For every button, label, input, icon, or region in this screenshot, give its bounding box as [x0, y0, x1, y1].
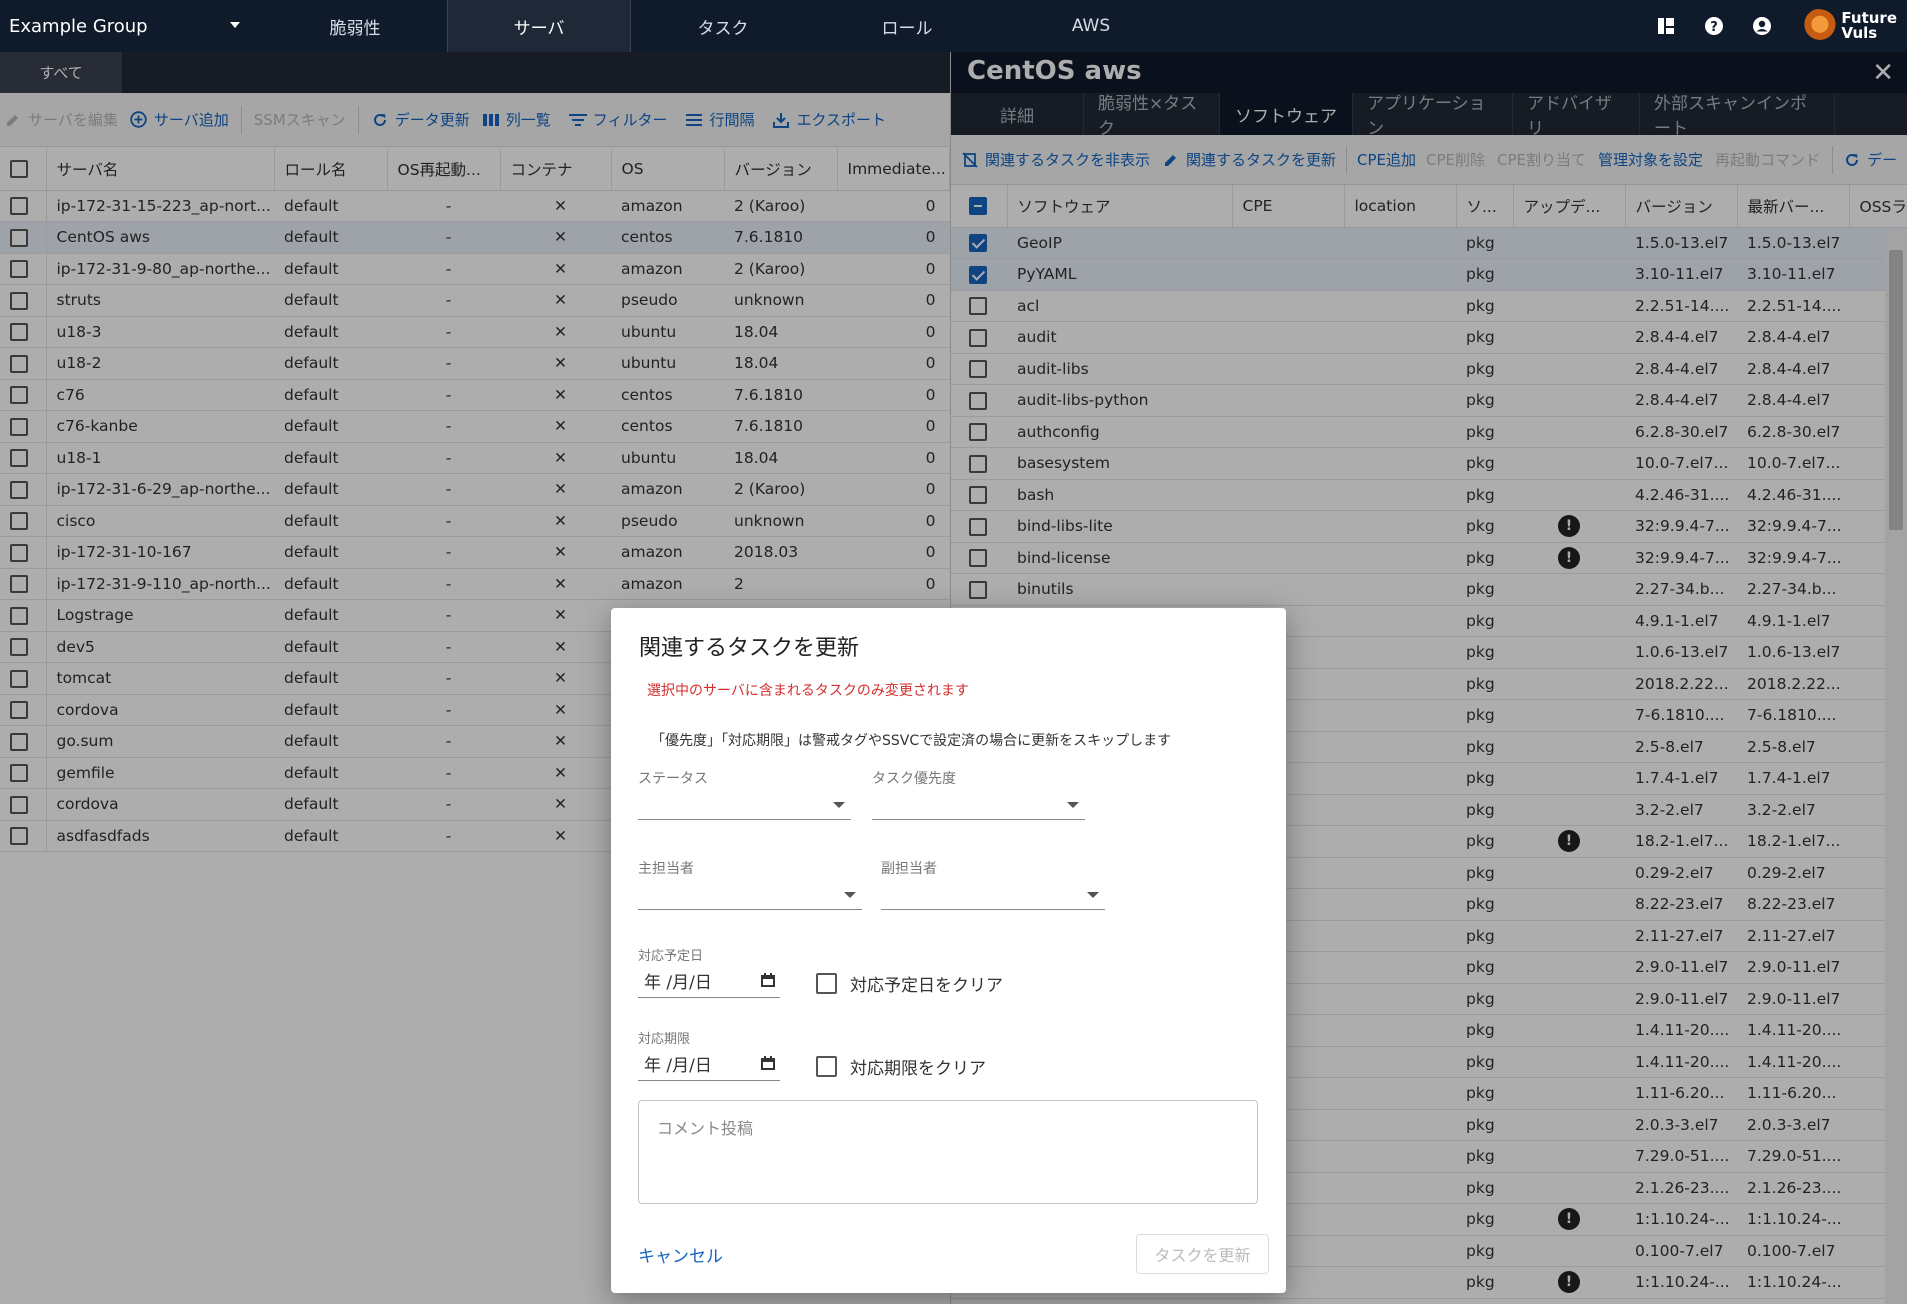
top-navigation: Example Group 脆弱性 サーバ タスク ロール AWS ? Futu… [0, 0, 1907, 52]
due-date-label: 対応期限 [638, 1032, 691, 1047]
main-assignee-label: 主担当者 [638, 861, 694, 877]
svg-text:?: ? [1711, 20, 1719, 35]
due-date-input[interactable]: 年 /月/日 [638, 1047, 780, 1081]
futurevuls-logo: Future Vuls [1799, 9, 1897, 43]
calendar-icon[interactable] [760, 1055, 776, 1076]
board-icon[interactable] [1655, 15, 1677, 37]
clear-due-date-checkbox[interactable] [816, 1056, 837, 1077]
chevron-down-icon [230, 22, 240, 28]
account-icon[interactable] [1751, 15, 1773, 37]
main-assignee-select[interactable] [638, 878, 862, 910]
clear-due-date-option[interactable]: 対応期限をクリア [816, 1054, 986, 1079]
nav-tab-aws[interactable]: AWS [999, 0, 1183, 52]
clear-due-date-label: 対応期限をクリア [850, 1059, 986, 1079]
chevron-down-icon [833, 802, 845, 808]
sub-assignee-label: 副担当者 [881, 861, 937, 877]
logo-mark-icon [1799, 9, 1838, 43]
status-select[interactable] [638, 788, 851, 820]
priority-select[interactable] [872, 788, 1085, 820]
status-label: ステータス [638, 771, 708, 787]
chevron-down-icon [1087, 892, 1099, 898]
calendar-icon[interactable] [760, 972, 776, 993]
plan-date-label: 対応予定日 [638, 949, 704, 964]
group-name: Example Group [9, 15, 148, 37]
plan-date-placeholder: 年 /月/日 [644, 973, 712, 993]
logo-text-line2: Vuls [1841, 24, 1878, 42]
main-assignee-field[interactable]: 主担当者 [638, 858, 862, 910]
help-icon[interactable]: ? [1703, 15, 1725, 37]
plan-date-input[interactable]: 年 /月/日 [638, 964, 780, 998]
due-date-placeholder: 年 /月/日 [644, 1056, 712, 1076]
comment-textarea[interactable]: コメント投稿 [638, 1100, 1258, 1204]
dialog-title: 関連するタスクを更新 [639, 636, 860, 661]
cancel-button[interactable]: キャンセル [638, 1242, 723, 1267]
priority-label: タスク優先度 [872, 771, 956, 787]
update-related-tasks-dialog: 関連するタスクを更新 選択中のサーバに含まれるタスクのみ変更されます 「優先度」… [611, 608, 1286, 1293]
group-selector[interactable]: Example Group [0, 0, 250, 52]
chevron-down-icon [844, 892, 856, 898]
top-icons: ? Future Vuls [1655, 0, 1907, 52]
dialog-note-text: 「優先度」「対応期限」は警戒タグやSSVCで設定済の場合に更新をスキップします [651, 733, 1172, 749]
nav-tab-tasks[interactable]: タスク [631, 0, 815, 52]
nav-tab-vulnerabilities[interactable]: 脆弱性 [263, 0, 447, 52]
sub-assignee-field[interactable]: 副担当者 [881, 858, 1105, 910]
comment-placeholder: コメント投稿 [657, 1119, 754, 1138]
status-field[interactable]: ステータス [638, 768, 851, 820]
update-tasks-button[interactable]: タスクを更新 [1136, 1234, 1269, 1274]
clear-plan-date-option[interactable]: 対応予定日をクリア [816, 971, 1003, 996]
clear-plan-date-checkbox[interactable] [816, 973, 837, 994]
chevron-down-icon [1067, 802, 1079, 808]
sub-assignee-select[interactable] [881, 878, 1105, 910]
priority-field[interactable]: タスク優先度 [872, 768, 1085, 820]
nav-tab-roles[interactable]: ロール [815, 0, 999, 52]
dialog-warning-text: 選択中のサーバに含まれるタスクのみ変更されます [647, 683, 969, 699]
clear-plan-date-label: 対応予定日をクリア [850, 976, 1003, 996]
nav-tab-servers[interactable]: サーバ [447, 0, 631, 52]
